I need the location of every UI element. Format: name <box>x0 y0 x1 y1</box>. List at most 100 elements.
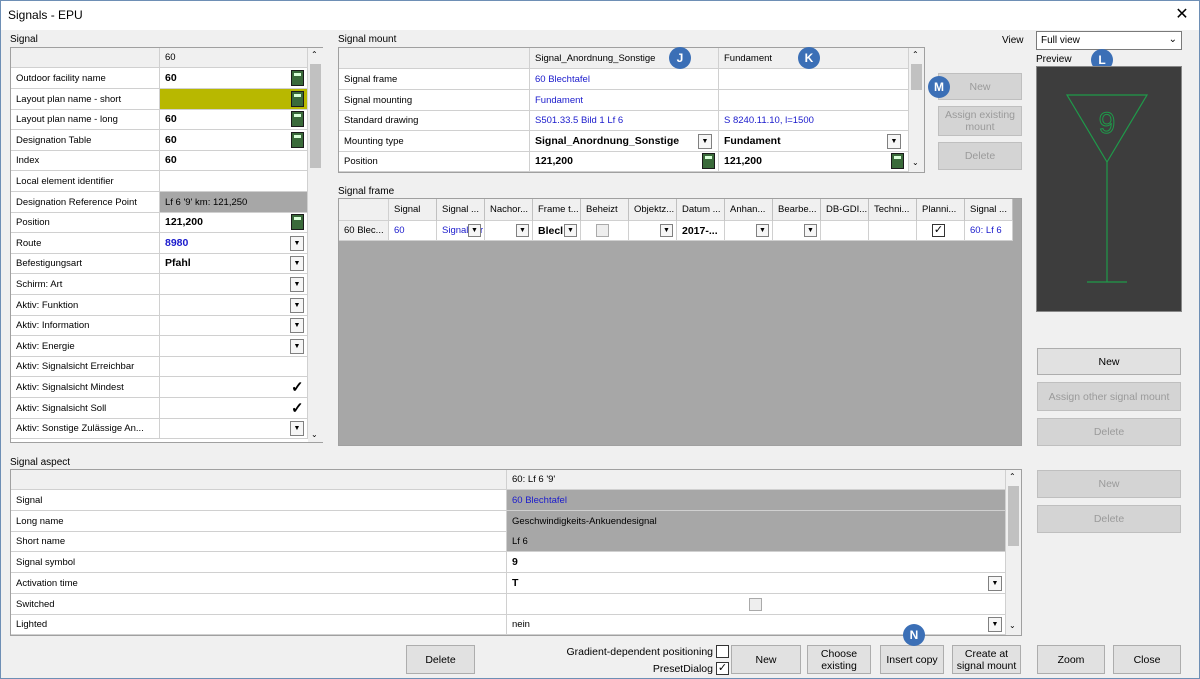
scroll-down-icon[interactable]: ⌄ <box>311 430 318 439</box>
signal-row-value[interactable]: 60 <box>160 129 308 151</box>
signal-row-value[interactable] <box>160 171 308 192</box>
signal-row-value[interactable] <box>160 397 308 419</box>
delete-button[interactable]: Delete <box>406 645 475 674</box>
frame-cell[interactable] <box>821 221 869 241</box>
scroll-down-icon[interactable]: ⌄ <box>1009 621 1016 630</box>
dropdown-arrow-icon[interactable]: ▼ <box>887 133 901 149</box>
frame-row-header[interactable]: 60 Blec... <box>339 221 389 241</box>
scroll-down-icon[interactable]: ⌄ <box>912 158 919 167</box>
dropdown-arrow-icon[interactable]: ▼ <box>290 338 304 354</box>
dropdown-arrow-icon[interactable]: ▼ <box>290 256 304 272</box>
mount-delete-button[interactable]: Delete <box>938 142 1022 170</box>
mount-row-value[interactable]: 121,200 <box>719 151 909 173</box>
signal-row-value[interactable]: 60 <box>160 68 308 89</box>
checkmark-icon[interactable]: ✓ <box>291 399 304 417</box>
aspect-row-value[interactable]: T <box>507 572 1006 594</box>
dropdown-arrow-icon[interactable]: ▼ <box>988 617 1002 633</box>
frame-delete-button[interactable]: Delete <box>1037 418 1181 446</box>
signal-row-value[interactable] <box>160 315 308 337</box>
mount-row-value[interactable]: 121,200 <box>530 151 719 173</box>
signal-row-value[interactable] <box>160 274 308 295</box>
aspect-delete-button[interactable]: Delete <box>1037 505 1181 533</box>
frame-column-header[interactable]: Signal ... <box>965 199 1013 221</box>
scroll-thumb[interactable] <box>310 64 321 168</box>
frame-column-header[interactable]: Frame t... <box>533 199 581 221</box>
new-button[interactable]: New <box>731 645 801 674</box>
dropdown-arrow-icon[interactable]: ▼ <box>804 224 817 237</box>
create-at-signal-mount-button[interactable]: Create at signal mount <box>952 645 1021 674</box>
signal-row-value[interactable] <box>160 88 308 110</box>
mount-row-value[interactable]: Fundament <box>719 130 909 152</box>
dropdown-arrow-icon[interactable]: ▼ <box>564 224 577 237</box>
dropdown-arrow-icon[interactable]: ▼ <box>290 421 304 437</box>
close-button[interactable]: Close <box>1113 645 1181 674</box>
frame-checkbox[interactable] <box>596 224 609 237</box>
frame-column-header[interactable]: Bearbe... <box>773 199 821 221</box>
calculator-icon[interactable] <box>702 153 715 170</box>
switched-checkbox[interactable] <box>749 597 762 611</box>
frame-checkbox[interactable]: ✓ <box>932 224 945 237</box>
frame-column-header[interactable]: Anhan... <box>725 199 773 221</box>
calculator-icon[interactable] <box>891 153 904 170</box>
signal-scrollbar[interactable]: ⌃ ⌄ <box>308 48 323 442</box>
dropdown-arrow-icon[interactable]: ▼ <box>988 575 1002 591</box>
frame-cell[interactable]: 60: Lf 6 <box>965 221 1013 241</box>
signal-row-value[interactable]: Pfahl <box>160 253 308 275</box>
frame-column-header[interactable]: Signal ... <box>437 199 485 221</box>
frame-column-header[interactable]: Techni... <box>869 199 917 221</box>
calculator-icon[interactable] <box>291 111 304 128</box>
mount-row-value[interactable]: Fundament <box>530 89 719 111</box>
signal-row-value[interactable] <box>160 418 308 440</box>
insert-copy-button[interactable]: Insert copy <box>880 645 944 674</box>
preset-dialog-checkbox[interactable]: ✓ <box>716 662 729 675</box>
dropdown-arrow-icon[interactable]: ▼ <box>290 235 304 251</box>
aspect-scrollbar[interactable]: ⌃ ⌄ <box>1006 470 1021 635</box>
frame-column-header[interactable]: Signal <box>389 199 437 221</box>
signal-row-value[interactable] <box>160 294 308 316</box>
frame-column-header[interactable]: Beheizt <box>581 199 629 221</box>
calculator-icon[interactable] <box>291 90 304 107</box>
signal-row-value[interactable] <box>160 377 308 398</box>
frame-cell[interactable]: 2017-... <box>677 221 725 241</box>
signal-row-value[interactable]: 60 <box>160 150 308 172</box>
frame-new-button[interactable]: New <box>1037 348 1181 375</box>
frame-cell[interactable] <box>869 221 917 241</box>
frame-column-header[interactable]: Planni... <box>917 199 965 221</box>
dropdown-arrow-icon[interactable]: ▼ <box>290 318 304 334</box>
signal-row-value[interactable] <box>160 356 308 378</box>
signal-row-value[interactable]: 8980 <box>160 232 308 254</box>
frame-column-header[interactable]: Datum ... <box>677 199 725 221</box>
dropdown-arrow-icon[interactable]: ▼ <box>290 297 304 313</box>
calculator-icon[interactable] <box>291 70 304 86</box>
frame-column-header[interactable]: Nachor... <box>485 199 533 221</box>
frame-column-header[interactable]: DB-GDI... <box>821 199 869 221</box>
mount-row-value[interactable]: S501.33.5 Bild 1 Lf 6 <box>530 110 719 132</box>
signal-row-value[interactable]: Lf 6 '9' km: 121,250 <box>160 191 308 213</box>
mount-new-button[interactable]: New <box>938 73 1022 100</box>
mount-row-value[interactable] <box>719 69 909 90</box>
mount-scrollbar[interactable]: ⌃ ⌄ <box>909 48 924 172</box>
dropdown-arrow-icon[interactable]: ▼ <box>756 224 769 237</box>
choose-existing-button[interactable]: Choose existing <box>807 645 871 674</box>
assign-other-signal-mount-button[interactable]: Assign other signal mount <box>1037 382 1181 411</box>
mount-row-value[interactable] <box>719 89 909 111</box>
aspect-new-button[interactable]: New <box>1037 470 1181 498</box>
close-window-button[interactable]: ✕ <box>1168 2 1196 28</box>
calculator-icon[interactable] <box>291 214 304 231</box>
aspect-row-value[interactable]: nein <box>507 614 1006 636</box>
mount-row-value[interactable]: 60 Blechtafel <box>530 69 719 90</box>
zoom-button[interactable]: Zoom <box>1037 645 1105 674</box>
calculator-icon[interactable] <box>291 131 304 148</box>
dropdown-arrow-icon[interactable]: ▼ <box>290 277 304 292</box>
aspect-row-value[interactable]: 9 <box>507 552 1006 574</box>
frame-column-header[interactable]: Objektz... <box>629 199 677 221</box>
signal-row-value[interactable] <box>160 335 308 357</box>
dropdown-arrow-icon[interactable]: ▼ <box>660 224 673 237</box>
mount-row-value[interactable]: S 8240.11.10, l=1500 <box>719 110 909 132</box>
frame-cell[interactable]: 60 <box>389 221 437 241</box>
signal-row-value[interactable]: 121,200 <box>160 212 308 234</box>
dropdown-arrow-icon[interactable]: ▼ <box>516 224 529 237</box>
view-select[interactable]: Full view ⌄ <box>1036 31 1182 50</box>
dropdown-arrow-icon[interactable]: ▼ <box>698 133 712 149</box>
scroll-up-icon[interactable]: ⌃ <box>311 50 318 59</box>
